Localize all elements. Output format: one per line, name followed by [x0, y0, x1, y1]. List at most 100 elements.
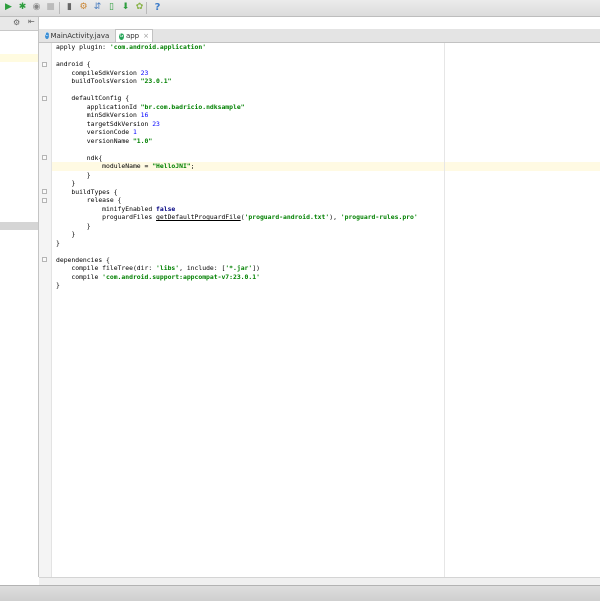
help-icon[interactable]: ? — [152, 2, 163, 13]
code-token: "1.0" — [132, 136, 153, 145]
code-token: } — [56, 179, 76, 187]
code-line[interactable]: dependencies { — [56, 256, 418, 265]
code-token: getDefaultProguardFile — [156, 213, 241, 221]
project-structure-icon[interactable]: ⚙ — [78, 2, 89, 13]
code-line[interactable]: release { — [56, 196, 418, 205]
code-token: proguardFiles — [56, 213, 157, 221]
code-token: 23 — [140, 68, 149, 77]
code-token: buildToolsVersion — [56, 77, 141, 85]
panel-settings-icon[interactable]: ⚙ — [13, 18, 20, 27]
code-line[interactable]: buildToolsVersion "23.0.1" — [56, 77, 418, 86]
code-line[interactable]: proguardFiles getDefaultProguardFile('pr… — [56, 213, 418, 222]
code-line[interactable]: compile 'com.android.support:appcompat-v… — [56, 273, 418, 282]
code-line[interactable]: targetSdkVersion 23 — [56, 120, 418, 129]
code-token: versionCode — [56, 128, 133, 136]
toolbar-separator — [59, 2, 60, 14]
code-line[interactable]: } — [56, 222, 418, 231]
sdk-manager-icon[interactable]: ⬇ — [120, 2, 131, 13]
code-line[interactable]: } — [56, 239, 418, 248]
code-line[interactable] — [56, 145, 418, 154]
android-monitor-icon[interactable]: ✿ — [134, 2, 145, 13]
code-token: release { — [56, 196, 122, 204]
debug-icon[interactable]: ✱ — [17, 2, 28, 13]
code-token: ; — [190, 162, 195, 170]
code-token: defaultConfig { — [56, 94, 130, 102]
code-line[interactable]: applicationId "br.com.badricio.ndksample… — [56, 103, 418, 112]
code-line[interactable]: moduleName = "HelloJNI"; — [56, 162, 418, 171]
code-line[interactable]: compile fileTree(dir: 'libs', include: [… — [56, 264, 418, 273]
code-line[interactable]: defaultConfig { — [56, 94, 418, 103]
code-token: "br.com.badricio.ndksample" — [140, 102, 245, 111]
code-token: "23.0.1" — [140, 77, 172, 85]
code-line[interactable]: } — [56, 281, 418, 290]
code-text[interactable]: apply plugin: 'com.android.application' … — [56, 43, 418, 290]
code-token: 1 — [132, 128, 137, 136]
stop-icon[interactable]: ■ — [45, 2, 56, 13]
fold-toggle-icon[interactable] — [42, 61, 47, 67]
code-token: false — [156, 204, 176, 213]
code-token: 'proguard-android.txt' — [244, 213, 330, 221]
code-line[interactable]: compileSdkVersion 23 — [56, 69, 418, 78]
code-token: ]) — [252, 264, 260, 272]
code-token: targetSdkVersion — [56, 119, 153, 128]
code-token: } — [56, 238, 60, 247]
code-line[interactable]: } — [56, 179, 418, 188]
project-panel-header: ⚙ ⇤ — [0, 17, 38, 31]
code-token: compile — [56, 272, 103, 281]
code-token: compile fileTree(dir: — [56, 264, 157, 272]
code-line[interactable]: versionCode 1 — [56, 128, 418, 137]
gradle-icon: G — [119, 32, 124, 40]
code-token: compileSdkVersion — [56, 68, 141, 77]
code-token: 'com.android.support:appcompat-v7:23.0.1… — [102, 272, 260, 281]
tab-label: MainActivity.java — [50, 31, 110, 40]
tab-app[interactable]: G app × — [115, 29, 153, 42]
fold-toggle-icon[interactable] — [42, 189, 47, 194]
code-token: 'com.android.application' — [109, 43, 207, 51]
code-token: , include: [ — [179, 264, 226, 272]
tab-mainactivity[interactable]: C MainActivity.java — [42, 29, 112, 42]
code-line[interactable]: buildTypes { — [56, 188, 418, 197]
attach-debugger-icon[interactable]: ◉ — [31, 2, 42, 13]
code-token: minifyEnabled — [56, 204, 157, 213]
code-token: minSdkVersion — [56, 111, 141, 119]
code-token: } — [56, 230, 76, 238]
code-token: 'libs' — [156, 264, 180, 272]
code-line[interactable] — [56, 86, 418, 95]
avd-manager-icon[interactable]: ▯ — [106, 2, 117, 13]
code-token: apply plugin: — [56, 43, 110, 51]
fold-toggle-icon[interactable] — [42, 257, 47, 262]
code-line[interactable]: android { — [56, 60, 418, 69]
code-line[interactable]: } — [56, 171, 418, 180]
run-icon[interactable]: ▶ — [3, 2, 14, 13]
status-bar — [0, 585, 600, 601]
code-line[interactable]: } — [56, 230, 418, 239]
code-token: } — [56, 221, 91, 230]
java-class-icon: C — [45, 32, 49, 39]
code-line[interactable] — [56, 52, 418, 61]
code-token: dependencies { — [56, 255, 110, 264]
code-line[interactable]: minifyEnabled false — [56, 205, 418, 214]
code-token: } — [56, 281, 60, 289]
project-tree-highlight-row[interactable] — [0, 222, 38, 230]
code-token: moduleName = — [56, 162, 153, 170]
close-tab-icon[interactable]: × — [143, 32, 149, 40]
fold-toggle-icon[interactable] — [42, 197, 47, 203]
right-margin-guide — [444, 43, 445, 577]
code-token: 23 — [152, 119, 160, 128]
project-panel[interactable]: ⚙ ⇤ — [0, 17, 39, 577]
fold-toggle-icon[interactable] — [42, 155, 47, 160]
project-tree-selected-row[interactable] — [0, 54, 38, 62]
code-token: 16 — [140, 111, 149, 119]
code-line[interactable]: apply plugin: 'com.android.application' — [56, 43, 418, 52]
horizontal-scrollbar[interactable] — [39, 577, 600, 585]
code-line[interactable]: ndk{ — [56, 154, 418, 163]
code-token: } — [56, 170, 91, 179]
panel-hide-icon[interactable]: ⇤ — [28, 17, 35, 26]
code-line[interactable] — [56, 247, 418, 256]
device-icon[interactable]: ▮ — [64, 2, 75, 13]
editor-gutter[interactable] — [39, 43, 52, 577]
code-line[interactable]: minSdkVersion 16 — [56, 111, 418, 120]
code-line[interactable]: versionName "1.0" — [56, 137, 418, 146]
sync-icon[interactable]: ⇵ — [92, 2, 103, 13]
fold-toggle-icon[interactable] — [42, 95, 47, 101]
